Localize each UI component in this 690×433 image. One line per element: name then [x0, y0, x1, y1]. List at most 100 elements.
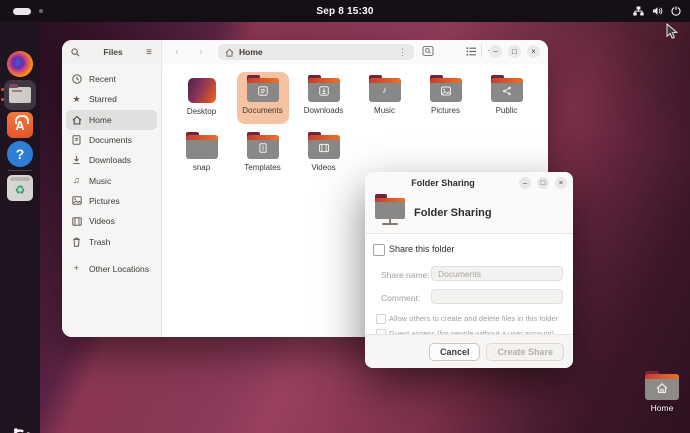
files-app-icon[interactable]	[4, 80, 36, 110]
file-item-desktop[interactable]: Desktop	[176, 72, 228, 124]
path-bar[interactable]: Home ⋮	[218, 44, 414, 60]
firefox-icon[interactable]	[7, 51, 33, 77]
file-item-music[interactable]: ♪ Music	[359, 72, 411, 124]
sidebar-item-label: Documents	[89, 135, 132, 145]
home-icon	[656, 382, 669, 394]
folder-icon	[308, 78, 340, 102]
file-item-public[interactable]: Public	[481, 72, 533, 124]
location-menu-icon[interactable]: ⋮	[398, 47, 407, 58]
help-icon[interactable]: ?	[7, 141, 33, 167]
file-label: Downloads	[304, 106, 344, 115]
hamburger-menu-icon[interactable]: ≡	[146, 47, 152, 58]
running-indicator-dot	[1, 98, 4, 101]
sidebar-item-home[interactable]: Home	[66, 110, 157, 130]
file-label: Desktop	[187, 107, 216, 116]
folder-icon: ♪	[369, 78, 401, 102]
folder-icon	[9, 87, 31, 103]
folder-icon	[247, 78, 279, 102]
allow-others-checkbox[interactable]	[376, 314, 386, 324]
file-item-downloads[interactable]: Downloads	[298, 72, 350, 124]
sidebar-item-videos[interactable]: Videos	[66, 211, 157, 231]
ubuntu-logo-icon[interactable]	[9, 426, 31, 433]
file-item-snap[interactable]: snap	[176, 129, 228, 181]
app-center-icon[interactable]: A	[7, 112, 33, 138]
search-icon[interactable]	[71, 48, 80, 57]
create-share-button[interactable]: Create Share	[486, 343, 564, 361]
system-tray[interactable]	[633, 0, 681, 22]
star-icon: ★	[71, 95, 82, 104]
forward-button[interactable]: ›	[194, 45, 208, 59]
sidebar-item-label: Videos	[89, 216, 115, 226]
trash-icon	[71, 237, 82, 247]
music-note-icon: ♫	[71, 176, 82, 185]
share-emblem-icon	[501, 86, 512, 97]
search-folder-icon[interactable]	[422, 45, 434, 57]
picture-icon	[71, 196, 82, 205]
dialog-title: Folder Sharing	[365, 172, 521, 193]
desktop-home-icon[interactable]: Home	[640, 374, 684, 413]
sidebar-item-pictures[interactable]: Pictures	[66, 191, 157, 211]
folder-icon	[430, 78, 462, 102]
sidebar-item-documents[interactable]: Documents	[66, 130, 157, 150]
document-emblem-icon	[257, 86, 268, 97]
mouse-cursor	[666, 23, 679, 40]
divider	[481, 45, 482, 57]
download-emblem-icon	[318, 86, 329, 97]
share-this-folder-checkbox[interactable]	[373, 244, 385, 256]
window-title: Files	[80, 47, 146, 57]
sidebar-header: Files ≡	[62, 40, 162, 64]
picture-emblem-icon	[440, 86, 451, 96]
comment-input[interactable]	[431, 289, 563, 304]
file-grid: Desktop Documents Downloads ♪	[171, 72, 545, 186]
file-item-videos[interactable]: Videos	[298, 129, 350, 181]
clock[interactable]: Sep 8 15:30	[0, 0, 690, 22]
share-name-input[interactable]	[431, 266, 563, 281]
template-emblem-icon	[257, 143, 268, 154]
question-mark-icon: ?	[16, 146, 25, 162]
network-icon	[633, 6, 644, 16]
document-icon	[71, 135, 82, 145]
sidebar-item-recent[interactable]: Recent	[66, 69, 157, 89]
back-button[interactable]: ‹	[170, 45, 184, 59]
sidebar-item-starred[interactable]: ★ Starred	[66, 89, 157, 109]
cancel-button[interactable]: Cancel	[429, 343, 481, 361]
sidebar-item-label: Starred	[89, 94, 117, 104]
file-label: Music	[374, 106, 395, 115]
maximize-button[interactable]: □	[508, 45, 521, 58]
dock-separator	[8, 170, 32, 171]
comment-label: Comment:	[381, 293, 420, 303]
sidebar-item-downloads[interactable]: Downloads	[66, 150, 157, 170]
close-button[interactable]: ×	[527, 45, 540, 58]
sidebar-item-label: Music	[89, 176, 111, 186]
minimize-button[interactable]: –	[489, 45, 502, 58]
file-label: Pictures	[431, 106, 460, 115]
maximize-button[interactable]: □	[537, 177, 549, 189]
recycle-icon: ♻	[15, 183, 26, 197]
power-icon	[671, 6, 681, 16]
folder-icon	[247, 135, 279, 159]
home-icon	[225, 48, 234, 57]
dock: A ? ♻	[0, 22, 40, 433]
home-icon	[71, 115, 82, 125]
minimize-button[interactable]: –	[519, 177, 531, 189]
file-label: snap	[193, 163, 210, 172]
allow-others-label: Allow others to create and delete files …	[389, 314, 558, 323]
clock-icon	[71, 74, 82, 84]
sidebar-item-label: Downloads	[89, 155, 131, 165]
sidebar-item-trash[interactable]: Trash	[66, 231, 157, 251]
dialog-titlebar[interactable]: Folder Sharing – □ ×	[365, 172, 573, 193]
file-item-templates[interactable]: Templates	[237, 129, 289, 181]
files-headerbar[interactable]: Files ≡ ‹ › Home ⋮ ⌄ – □ ×	[62, 40, 548, 65]
close-button[interactable]: ×	[555, 177, 567, 189]
file-item-pictures[interactable]: Pictures	[420, 72, 472, 124]
sidebar-item-other-locations[interactable]: + Other Locations	[66, 259, 157, 279]
sidebar-item-label: Recent	[89, 74, 116, 84]
app-center-letter: A	[15, 118, 24, 133]
trash-dock-icon[interactable]: ♻	[7, 175, 33, 201]
sidebar-item-music[interactable]: ♫ Music	[66, 170, 157, 190]
file-item-documents[interactable]: Documents	[237, 72, 289, 124]
shared-folder-icon	[375, 198, 405, 228]
folder-sharing-dialog: Folder Sharing – □ × Folder Sharing Shar…	[365, 172, 573, 368]
files-sidebar: Recent ★ Starred Home Documents Download…	[62, 64, 162, 337]
video-emblem-icon	[318, 143, 329, 153]
